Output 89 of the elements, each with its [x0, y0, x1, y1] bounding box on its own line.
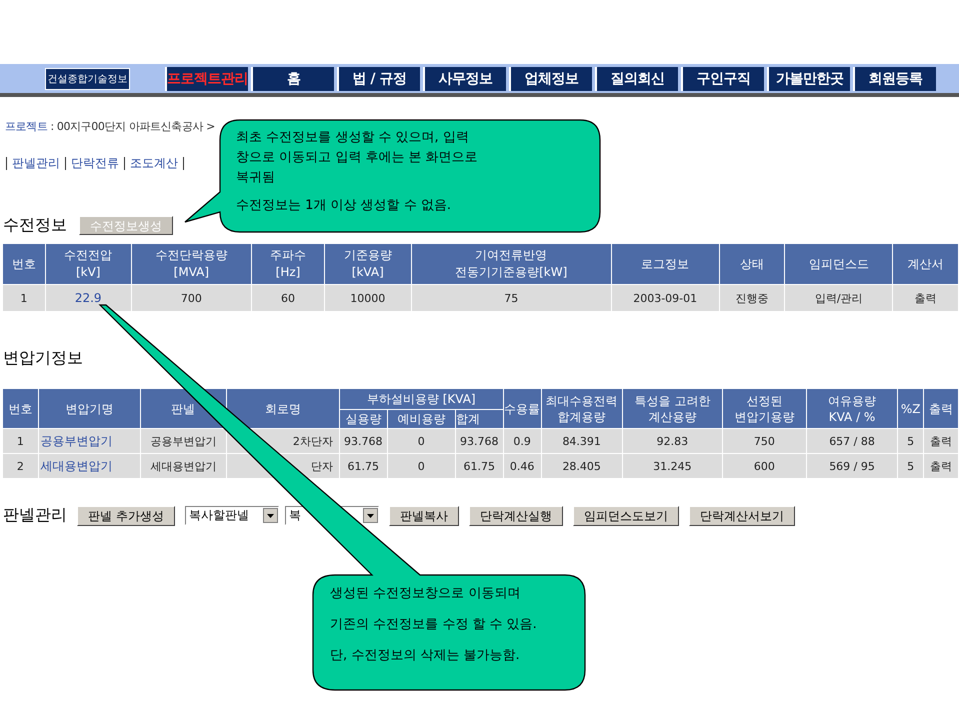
nav-menu-item[interactable]: 가볼만한곳 [767, 66, 850, 90]
callout-text: 단, 수전정보의 삭제는 불가능함. [330, 647, 521, 665]
table-cell: 5 [898, 454, 924, 478]
nav-menu-item[interactable]: 사무정보 [423, 66, 506, 90]
nav-menu-item[interactable]: 회원등록 [853, 66, 936, 90]
action-button[interactable]: 판넬 추가생성 [77, 506, 175, 526]
table-cell: 출력 [924, 454, 958, 478]
transformer-link[interactable]: 세대용변압기 [40, 458, 113, 472]
table-cell: 0 [388, 429, 455, 453]
table-cell: 출력 [924, 429, 958, 453]
table-cell: 657 / 88 [806, 429, 898, 453]
table-cell: 1 [3, 429, 38, 453]
sub-menu-link[interactable]: 판넬관리 [6, 157, 65, 170]
column-header: %Z [898, 389, 924, 428]
section-title: 판넬관리 [3, 505, 67, 526]
panel-dropdown[interactable]: 복사할판넬 [184, 506, 279, 525]
table-cell: 92.83 [622, 429, 722, 453]
table-cell: 750 [722, 429, 806, 453]
table-cell: 2 [3, 454, 38, 478]
table-cell: 93.768 [340, 429, 387, 453]
column-header: 로그정보 [612, 244, 719, 284]
table-cell: 5 [898, 429, 924, 453]
column-header: 계산서 [893, 244, 958, 284]
table-cell: 28.405 [542, 454, 622, 478]
table-cell: 세대용변압기 [141, 454, 226, 478]
column-header: 회로명 [226, 389, 339, 428]
column-header: 최대수용전력 합계용량 [542, 389, 622, 428]
table-cell: 93.768 [456, 429, 503, 453]
column-header: 번호 [3, 389, 38, 428]
site-logo[interactable]: 건설종합기술정보 [45, 68, 130, 90]
action-button[interactable]: 판넬복사 [388, 506, 459, 526]
action-button[interactable]: 단락계산실행 [468, 506, 563, 526]
nav-menu-item[interactable]: 업체정보 [509, 66, 592, 90]
table-cell: 75 [412, 285, 611, 311]
table-cell: 2003-09-01 [612, 285, 719, 311]
table-cell: 출력 [893, 285, 958, 311]
column-header: 변압기명 [38, 389, 140, 428]
transformer-link[interactable]: 공용부변압기 [40, 434, 113, 448]
action-button[interactable]: 임피던스도보기 [572, 506, 679, 526]
table-cell: 0 [388, 454, 455, 478]
breadcrumb-text: : 00지구00단지 아파트신축공사 > [50, 120, 215, 133]
callout-text: 수전정보는 1개 이상 생성할 수 없음. [236, 197, 452, 215]
column-header: 수전전압 [kV] [46, 244, 131, 284]
column-header: 출력 [924, 389, 958, 428]
nav-menu-item[interactable]: 구인구직 [681, 66, 764, 90]
column-header: 기준용량 [kVA] [324, 244, 411, 284]
table-cell: 569 / 95 [806, 454, 898, 478]
breadcrumb-link[interactable]: 프로젝트 [5, 120, 48, 133]
column-header: 임피던스드 [785, 244, 892, 284]
column-header: 기여전류반영 전동기기준용량[kW] [412, 244, 611, 284]
column-header: 수용률 [504, 389, 541, 428]
column-header: 상태 [720, 244, 784, 284]
table-cell: 60 [252, 285, 324, 311]
column-header: 주파수 [Hz] [252, 244, 324, 284]
callout-text: 기존의 수전정보를 수정 할 수 있음. [330, 616, 538, 634]
table-cell: 61.75 [340, 454, 387, 478]
column-header: 수전단락용량 [MVA] [132, 244, 252, 284]
table-cell: 1 [3, 285, 45, 311]
column-header: 특성을 고려한 계산용량 [622, 389, 722, 428]
column-group-header: 부하설비용량 [KVA] [340, 389, 503, 409]
table-cell: 공용부변압기 [141, 429, 226, 453]
column-header: 선정된 변압기용량 [722, 389, 806, 428]
nav-menu-item[interactable]: 홈 [251, 66, 334, 90]
section-title: 수전정보 [3, 214, 67, 236]
nav-menu-item[interactable]: 법 / 규정 [337, 66, 420, 90]
sub-menu-link[interactable]: 단락전류 [65, 157, 124, 170]
callout-text: 최초 수전정보를 생성할 수 있으며, 입력 창으로 이동되고 입력 후에는 본 화면으로 복귀됨 [236, 129, 479, 187]
action-button[interactable]: 단락계산서보기 [688, 506, 795, 526]
sub-menu-link[interactable]: 조도계산 [124, 157, 184, 170]
table-cell: 0.46 [504, 454, 541, 478]
callout-text: 생성된 수전정보창으로 이동되며 [330, 585, 522, 603]
table-cell: 84.391 [542, 429, 622, 453]
column-header: 예비용량 [388, 410, 455, 428]
column-header: 실용량 [340, 410, 387, 428]
nav-menu-item[interactable]: 질의회신 [595, 66, 678, 90]
table-cell: 진행중 [720, 285, 784, 311]
voltage-link[interactable]: 22.9 [74, 291, 102, 305]
column-header: 여유용량 KVA / % [806, 389, 898, 428]
nav-menu-item[interactable]: 프로젝트관리 [165, 66, 248, 90]
column-header: 번호 [3, 244, 45, 284]
column-header: 합계 [456, 410, 503, 428]
table-cell: 입력/관리 [785, 285, 892, 311]
table-cell: 600 [722, 454, 806, 478]
table-cell: 10000 [324, 285, 411, 311]
section-title: 변압기정보 [3, 348, 83, 367]
table-cell: 61.75 [456, 454, 503, 478]
table-cell: 31.245 [622, 454, 722, 478]
table-cell: 0.9 [504, 429, 541, 453]
table-cell: 700 [132, 285, 252, 311]
